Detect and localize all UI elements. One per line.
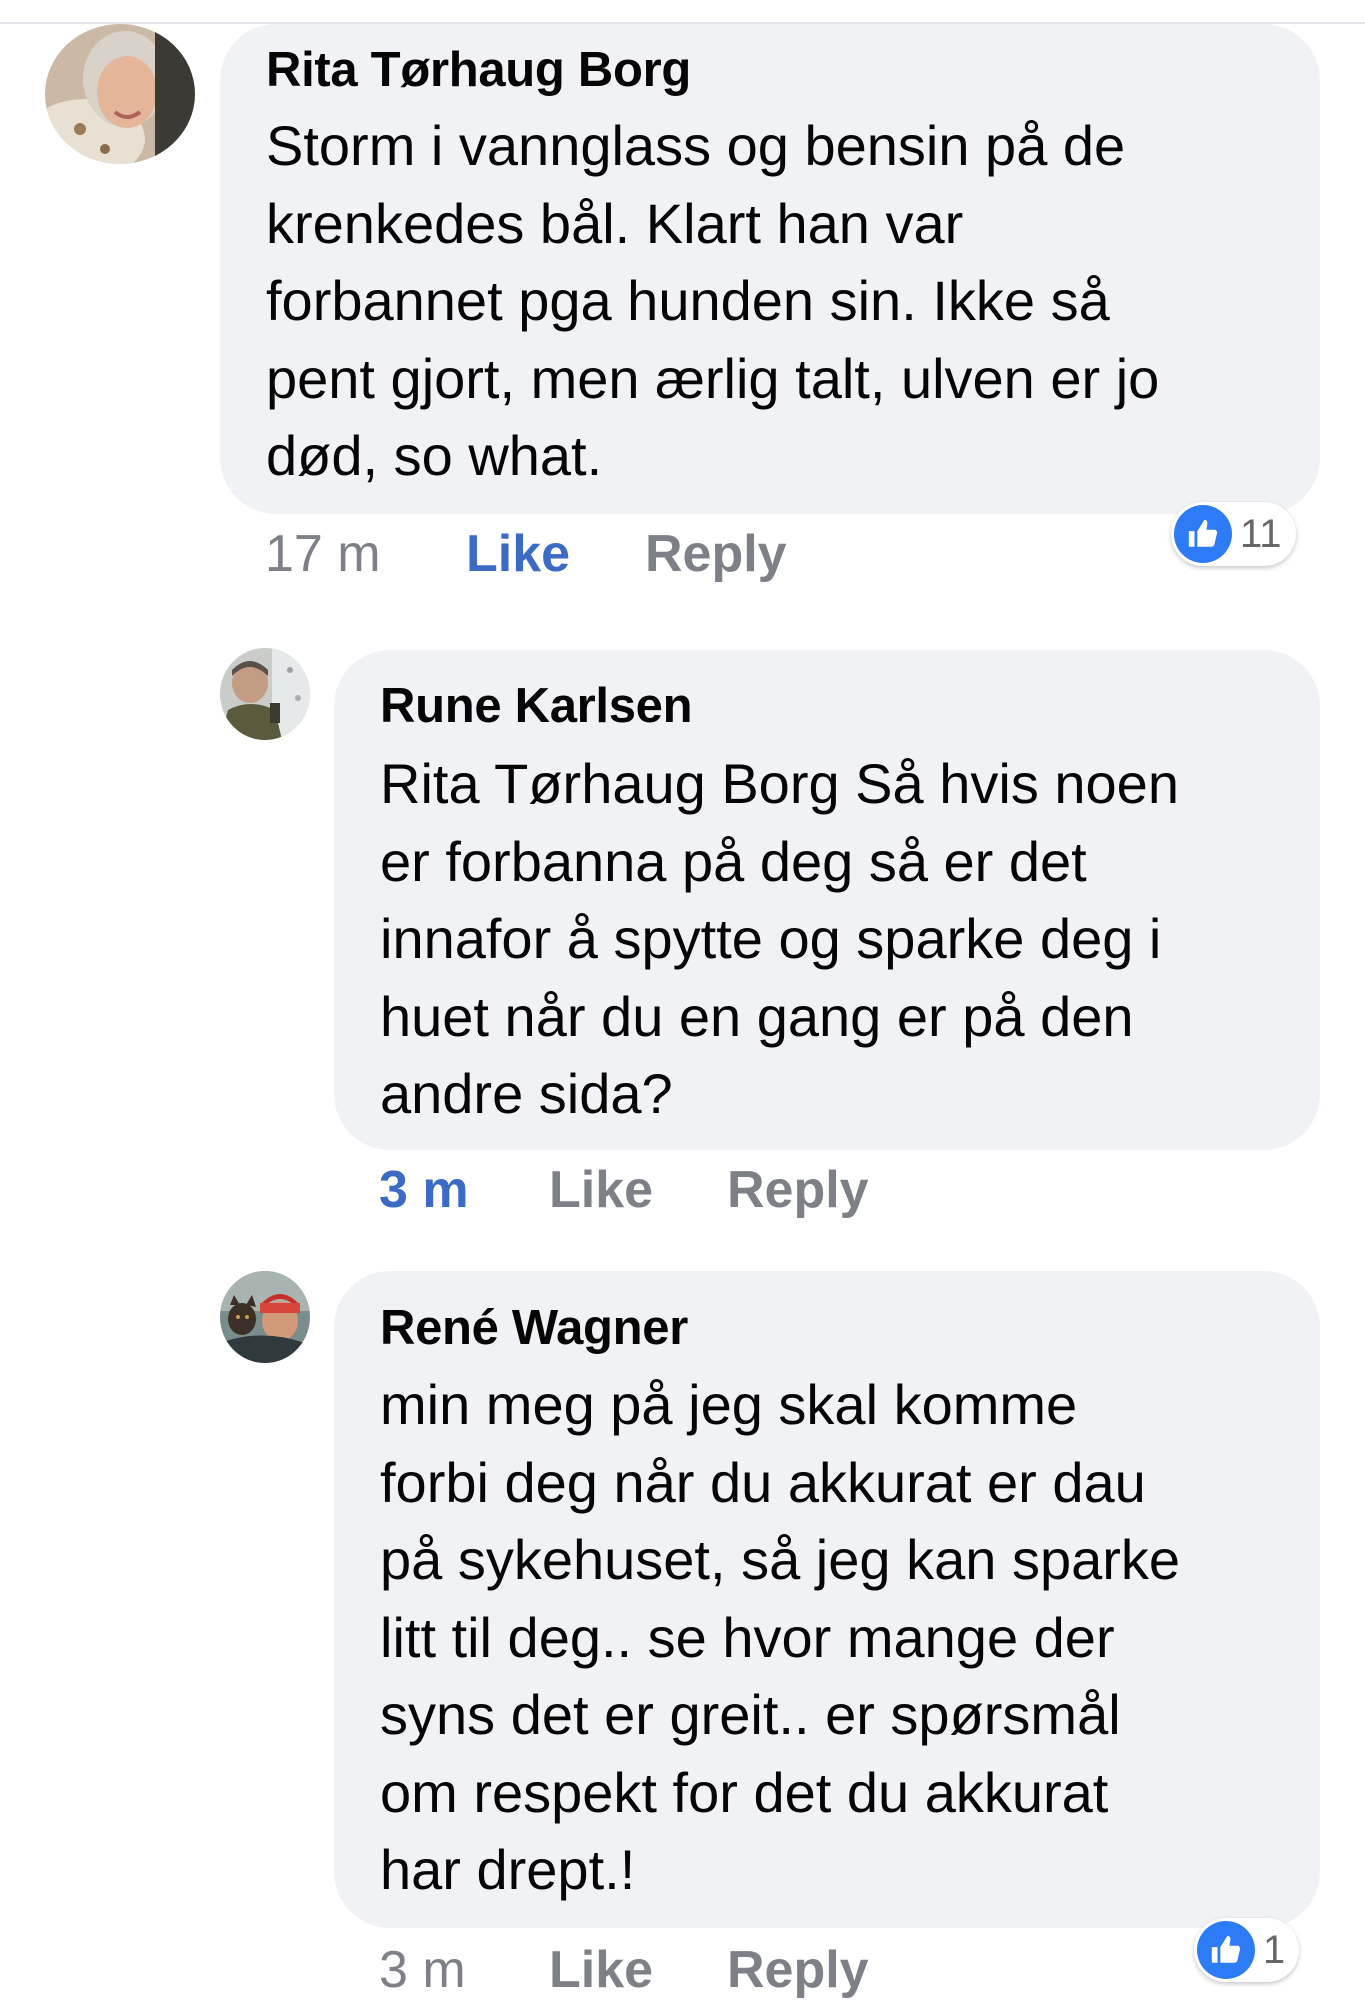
avatar-rune[interactable] <box>220 648 310 740</box>
avatar-rene[interactable] <box>220 1271 310 1363</box>
avatar-rune-image <box>220 648 310 740</box>
reaction-count-rita: 11 <box>1240 511 1282 556</box>
comment-text-rita: Storm i vannglass og bensin på de krenke… <box>266 114 1160 487</box>
reaction-summary-rita[interactable]: 11 <box>1171 502 1296 566</box>
reply-button-rune[interactable]: Reply <box>727 1160 869 1220</box>
avatar-rita-image <box>45 24 195 164</box>
comment-text-rune: Rita Tørhaug Borg Så hvis noen er forban… <box>380 752 1179 1125</box>
reply-button-rita[interactable]: Reply <box>645 524 787 584</box>
like-button-rita[interactable]: Like <box>466 524 570 584</box>
thumbs-up-icon <box>1174 505 1232 563</box>
thumbs-up-icon <box>1197 1921 1255 1979</box>
avatar-rita[interactable] <box>45 24 195 164</box>
comment-author-rune[interactable]: Rune Karlsen <box>380 678 693 734</box>
comment-text-rene: min meg på jeg skal komme forbi deg når … <box>380 1373 1181 1901</box>
reaction-count-rene: 1 <box>1263 1927 1286 1972</box>
comment-author-rene[interactable]: René Wagner <box>380 1300 688 1356</box>
reply-button-rene[interactable]: Reply <box>727 1940 869 2000</box>
like-button-rune[interactable]: Like <box>549 1160 653 1220</box>
comment-time-rita[interactable]: 17 m <box>265 524 381 584</box>
reaction-summary-rene[interactable]: 1 <box>1194 1918 1300 1982</box>
comment-author-rita[interactable]: Rita Tørhaug Borg <box>266 42 691 98</box>
avatar-rene-image <box>220 1271 310 1363</box>
comment-time-rene[interactable]: 3 m <box>379 1940 466 2000</box>
like-button-rene[interactable]: Like <box>549 1940 653 2000</box>
comment-time-rune[interactable]: 3 m <box>379 1160 469 1220</box>
